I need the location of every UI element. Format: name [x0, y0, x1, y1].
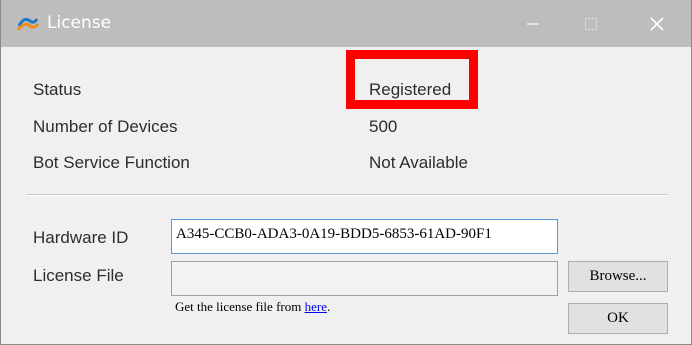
app-logo-icon: [16, 17, 40, 31]
bot-service-value: Not Available: [369, 153, 468, 172]
device-count-label: Number of Devices: [33, 117, 178, 136]
close-button[interactable]: [628, 0, 686, 47]
close-icon: [650, 16, 664, 31]
license-dialog: License Status Registered Number of Devi…: [0, 0, 692, 345]
maximize-button[interactable]: [562, 0, 620, 47]
window-title: License: [47, 13, 112, 33]
maximize-icon: [585, 17, 597, 30]
device-count-value: 500: [369, 117, 398, 136]
hint-prefix: Get the license file from: [175, 299, 305, 314]
hint-suffix: .: [326, 299, 331, 314]
minimize-icon: [527, 22, 539, 25]
minimize-button[interactable]: [504, 0, 562, 47]
section-divider: [26, 194, 668, 196]
status-label: Status: [33, 80, 82, 99]
license-link[interactable]: here: [305, 299, 327, 314]
ok-button[interactable]: OK: [568, 303, 668, 334]
license-file-label: License File: [33, 266, 124, 285]
hardware-id-field[interactable]: A345-CCB0-ADA3-0A19-BDD5-6853-61AD-90F1: [171, 219, 558, 254]
title-bar[interactable]: License: [1, 0, 691, 47]
hardware-id-label: Hardware ID: [33, 228, 129, 247]
license-hint: Get the license file from here.: [175, 299, 330, 315]
browse-button[interactable]: Browse...: [568, 261, 668, 292]
bot-service-label: Bot Service Function: [33, 153, 190, 172]
license-file-field[interactable]: [171, 261, 558, 296]
status-highlight-box: [346, 50, 478, 109]
